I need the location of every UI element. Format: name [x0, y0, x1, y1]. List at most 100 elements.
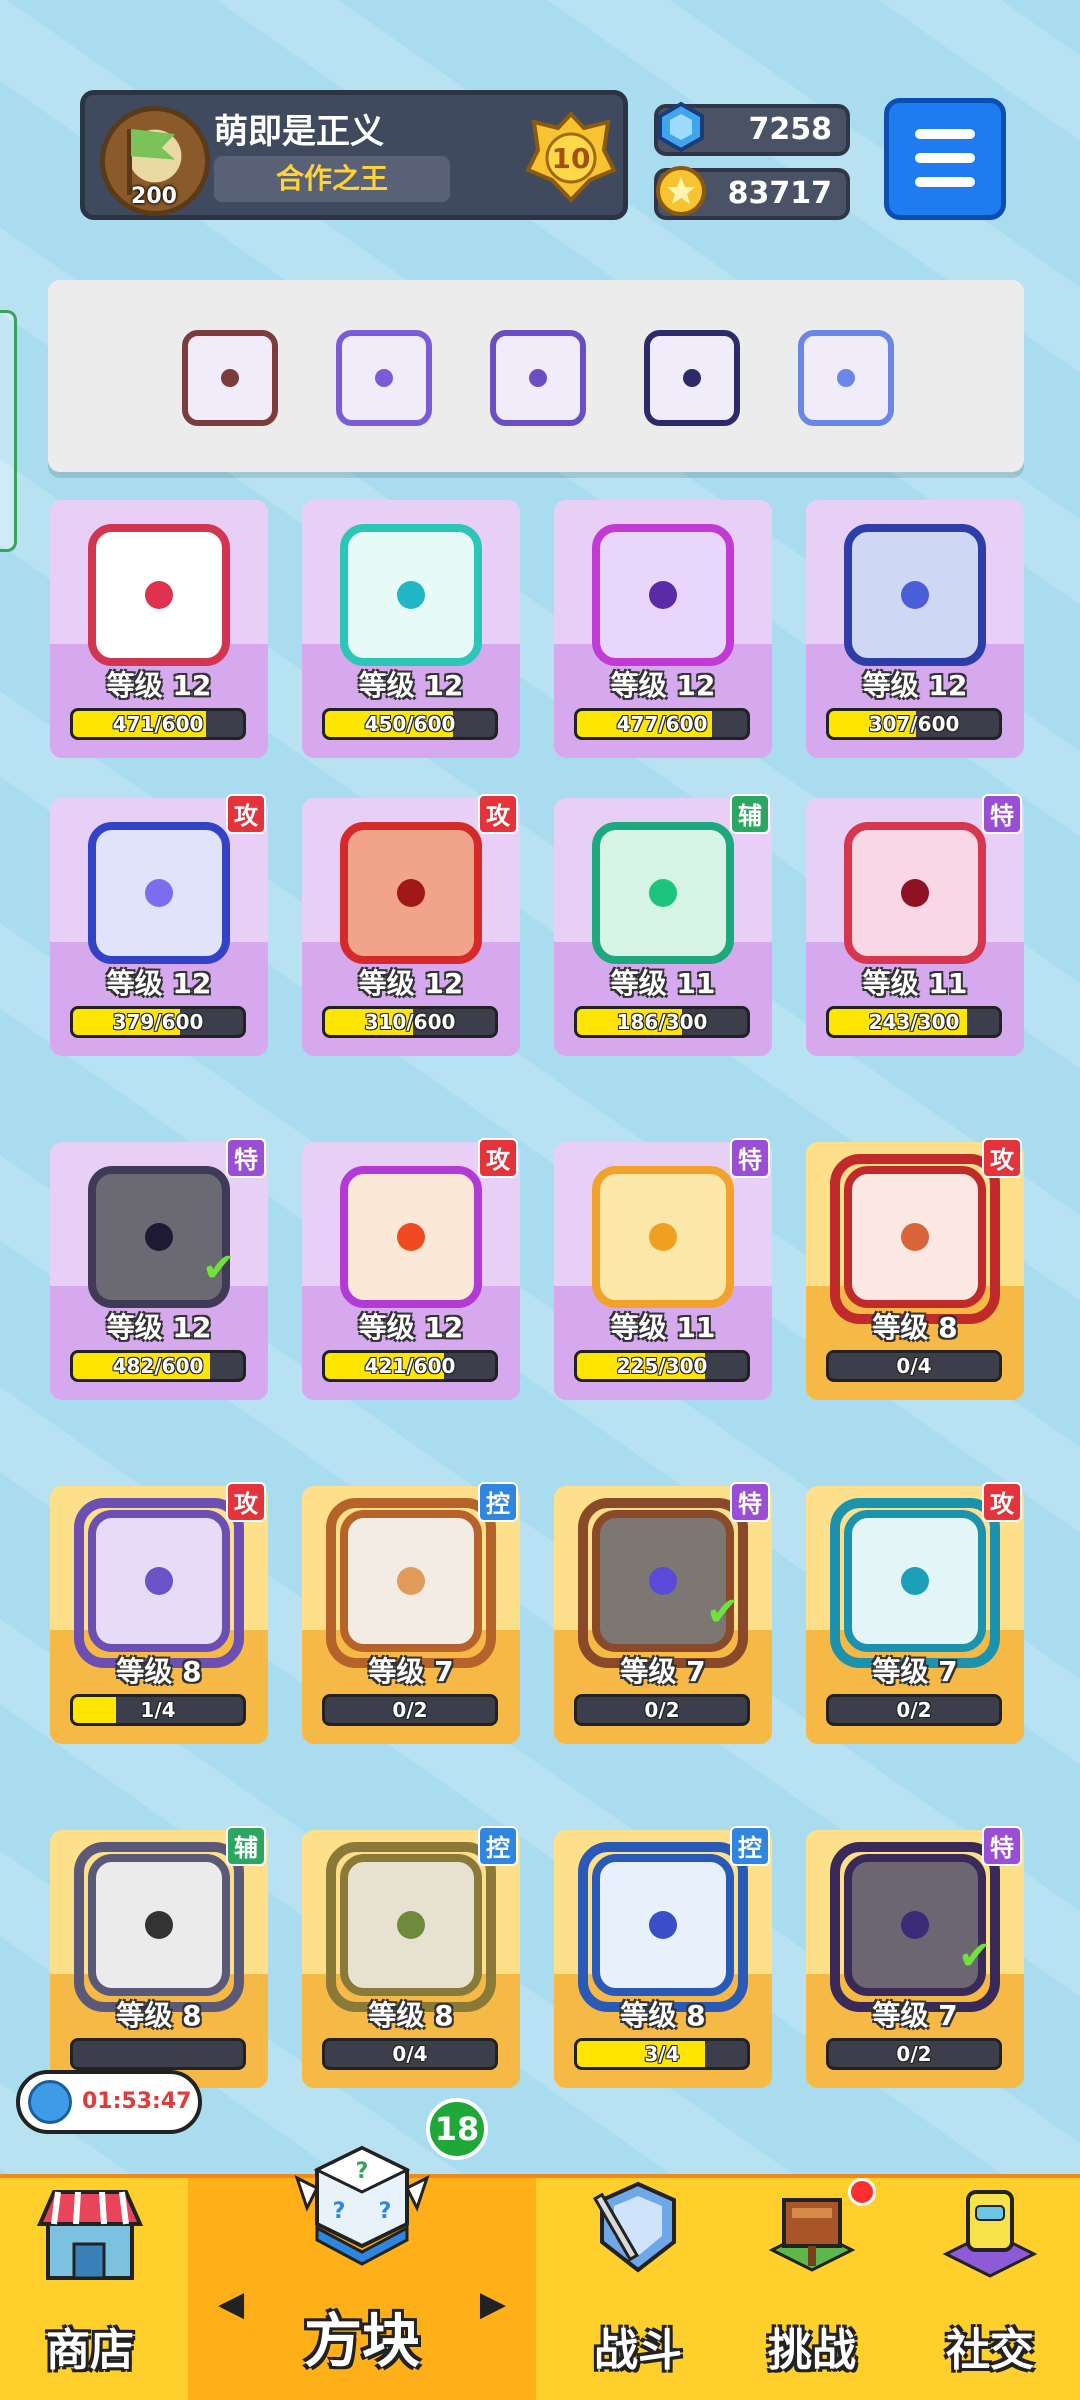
dice-face	[592, 1854, 734, 1996]
dice-card[interactable]: 攻等级 12 421/600	[302, 1138, 520, 1400]
battle-icon	[578, 2170, 698, 2290]
side-drawer-tab[interactable]	[0, 310, 17, 552]
equipped-check-icon: ✔	[202, 1245, 236, 1291]
dice-face	[88, 524, 230, 666]
dice-card[interactable]: 等级 12 477/600	[554, 500, 772, 758]
dice-card[interactable]: 攻等级 8 1/4	[50, 1482, 268, 1744]
progress-text: 482/600	[112, 1354, 204, 1378]
loadout-slot-purple-dice[interactable]	[490, 330, 586, 426]
social-icon	[930, 2170, 1050, 2290]
nav-dice-label: 方块	[303, 2307, 420, 2375]
type-tag: 辅	[730, 794, 770, 834]
dice-pip	[649, 581, 677, 609]
dice-level: 等级 8	[872, 1311, 958, 1344]
loadout-slot-hands-dice[interactable]	[798, 330, 894, 426]
dice-level: 等级 8	[116, 1655, 202, 1688]
dice-face	[844, 1166, 986, 1308]
progress-text: 310/600	[364, 1010, 456, 1034]
notification-dot	[848, 2178, 876, 2206]
dice-pip	[145, 1567, 173, 1595]
dice-card[interactable]: 攻等级 12 379/600	[50, 794, 268, 1056]
dice-level: 等级 8	[620, 1999, 706, 2032]
nav-social-label: 社交	[946, 2325, 1034, 2376]
nav-shop[interactable]: 商店	[0, 2178, 180, 2400]
dice-card[interactable]: 辅等级 8	[50, 1826, 268, 2088]
nav-challenge[interactable]: 挑战	[722, 2178, 902, 2400]
nav-battle[interactable]: 战斗	[548, 2178, 728, 2400]
dice-pip	[529, 369, 547, 387]
upgrade-progress-bar: 243/300	[826, 1006, 1002, 1038]
loadout-slot-dark-dot-dice[interactable]	[644, 330, 740, 426]
loadout-slot-infinity-dice[interactable]	[336, 330, 432, 426]
dice-face	[844, 524, 986, 666]
dice-level: 等级 12	[862, 669, 968, 702]
dice-level: 等级 7	[872, 1999, 958, 2032]
upgrade-progress-bar: 1/4	[70, 1694, 246, 1726]
dice-card[interactable]: 等级 12 307/600	[806, 500, 1024, 758]
dice-card[interactable]: 控等级 8 0/4	[302, 1826, 520, 2088]
upgrade-progress-bar: 450/600	[322, 708, 498, 740]
progress-text: 3/4	[644, 2042, 680, 2066]
dice-card[interactable]: ✔ 特等级 7 0/2	[554, 1482, 772, 1744]
dice-pip	[901, 1911, 929, 1939]
progress-text: 379/600	[112, 1010, 204, 1034]
menu-button[interactable]	[884, 98, 1006, 220]
nav-shop-label: 商店	[46, 2325, 134, 2376]
timer-text: 01:53:47	[82, 2089, 192, 2114]
dice-card[interactable]: 等级 12 471/600	[50, 500, 268, 758]
dice-card[interactable]: 特等级 11 243/300	[806, 794, 1024, 1056]
dice-face	[88, 822, 230, 964]
type-tag: 攻	[478, 1138, 518, 1178]
nav-dice[interactable]: ? ? ? ◀ ▶ 方块	[188, 2145, 536, 2400]
upgrade-progress-bar: 0/4	[826, 1350, 1002, 1382]
dice-pip	[837, 369, 855, 387]
nav-social[interactable]: 社交	[900, 2178, 1080, 2400]
loadout-slot-saw-dice[interactable]	[182, 330, 278, 426]
dice-pip	[397, 1567, 425, 1595]
dice-pip	[901, 1223, 929, 1251]
type-tag: 攻	[226, 794, 266, 834]
dice-level: 等级 12	[358, 669, 464, 702]
upgrade-progress-bar: 307/600	[826, 708, 1002, 740]
dice-level: 等级 8	[116, 1999, 202, 2032]
type-tag: 控	[478, 1482, 518, 1522]
dice-pip	[397, 581, 425, 609]
upgrade-progress-bar: 482/600	[70, 1350, 246, 1382]
upgrade-progress-bar: 421/600	[322, 1350, 498, 1382]
svg-text:?: ?	[356, 2159, 369, 2184]
dice-pip	[397, 1223, 425, 1251]
dice-level: 等级 12	[106, 967, 212, 1000]
rank-badge[interactable]: 10	[524, 110, 618, 204]
dice-level: 等级 11	[862, 967, 968, 1000]
dice-level: 等级 11	[610, 967, 716, 1000]
dice-level: 等级 11	[610, 1311, 716, 1344]
dice-card[interactable]: 攻等级 7 0/2	[806, 1482, 1024, 1744]
rank-number: 10	[552, 142, 591, 175]
event-timer[interactable]: 01:53:47	[16, 2070, 202, 2134]
dice-card[interactable]: 等级 12 450/600	[302, 500, 520, 758]
dice-card[interactable]: 控等级 7 0/2	[302, 1482, 520, 1744]
dice-card[interactable]: ✔ 特等级 12 482/600	[50, 1138, 268, 1400]
dice-face	[340, 1854, 482, 1996]
progress-text: 0/4	[392, 2042, 428, 2066]
dice-card[interactable]: 攻等级 8 0/4	[806, 1138, 1024, 1400]
gem-icon	[654, 100, 708, 154]
dice-level: 等级 7	[872, 1655, 958, 1688]
dice-level: 等级 12	[610, 669, 716, 702]
dice-card[interactable]: 辅等级 11 186/300	[554, 794, 772, 1056]
bottom-nav: 商店 ? ? ? ◀ ▶ 方块 战斗 挑战 社交	[0, 2145, 1080, 2400]
player-title: 合作之王	[214, 156, 450, 202]
progress-text: 186/300	[616, 1010, 708, 1034]
dice-level: 等级 12	[358, 967, 464, 1000]
dice-face	[340, 822, 482, 964]
dice-card[interactable]: 特等级 11 225/300	[554, 1138, 772, 1400]
dice-pip	[145, 581, 173, 609]
nav-challenge-label: 挑战	[768, 2325, 856, 2376]
type-tag: 特	[730, 1482, 770, 1522]
progress-text: 0/2	[644, 1698, 680, 1722]
dice-card[interactable]: 攻等级 12 310/600	[302, 794, 520, 1056]
dice-card[interactable]: ✔ 特等级 7 0/2	[806, 1826, 1024, 2088]
dice-card[interactable]: 控等级 8 3/4	[554, 1826, 772, 2088]
upgrade-progress-bar: 0/2	[322, 1694, 498, 1726]
dice-face	[844, 822, 986, 964]
